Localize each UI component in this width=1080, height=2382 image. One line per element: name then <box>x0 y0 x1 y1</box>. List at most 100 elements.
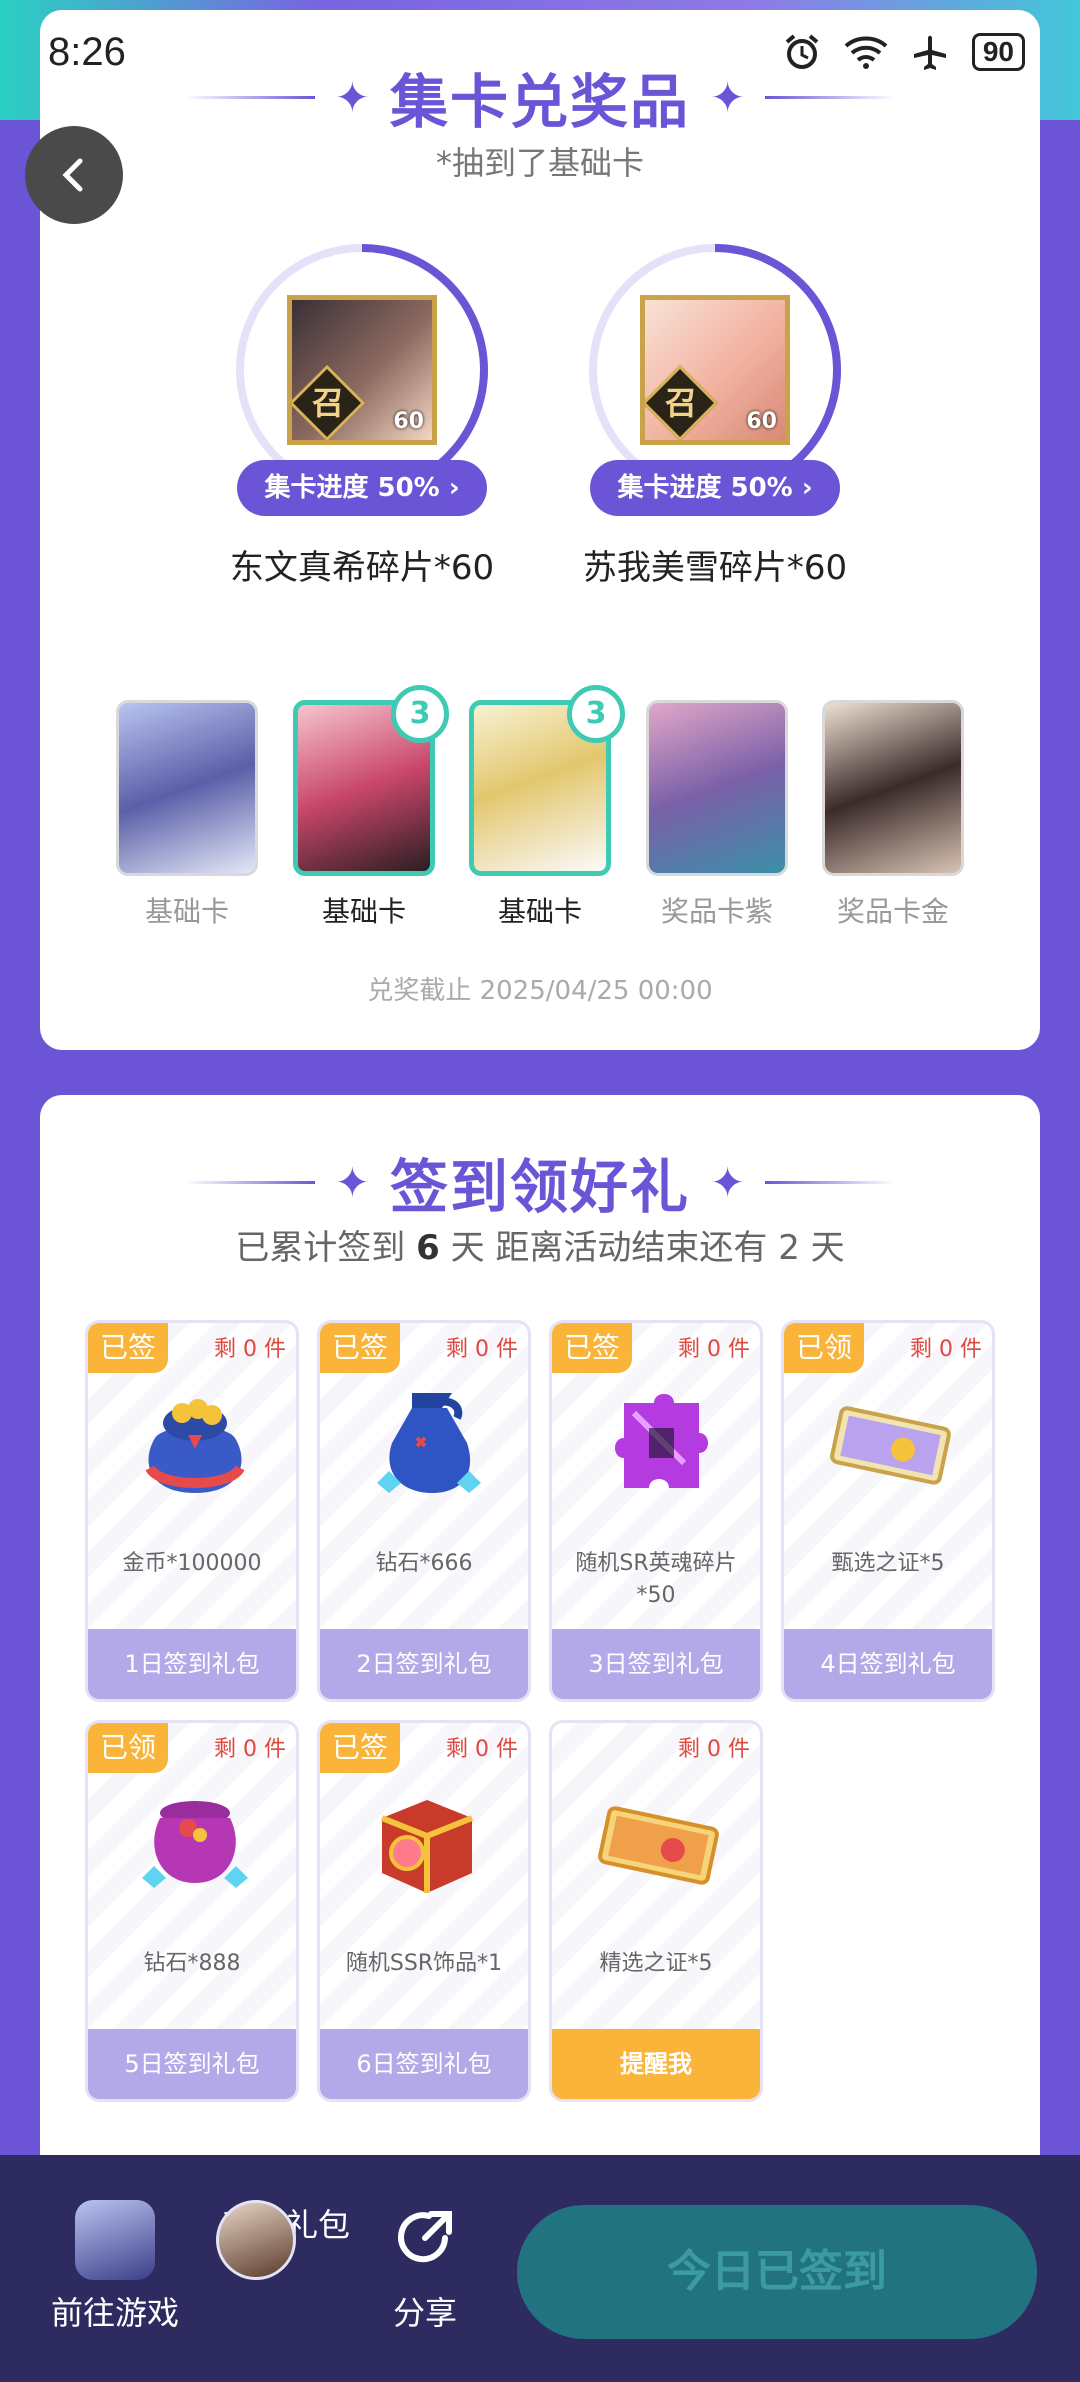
gift-status-tag: 已领 <box>784 1323 865 1373</box>
card-item[interactable]: 基础卡 <box>112 700 262 930</box>
prize-card-image: 召 60 <box>287 295 437 445</box>
gift-remaining: 剩 0 件 <box>214 1737 286 1762</box>
gift-footer: 6日签到礼包 <box>320 2029 528 2099</box>
chevron-right-icon: › <box>801 473 813 503</box>
alarm-icon <box>785 34 819 69</box>
heading-line-left <box>184 1180 315 1184</box>
ticket-icon <box>830 1406 951 1485</box>
chevron-right-icon: › <box>448 473 460 503</box>
prize-item: 召 60 集卡进度 50% › 苏我美雪碎片*60 <box>565 240 865 588</box>
gift-name: 甄选之证*5 <box>831 1551 945 1576</box>
gift-footer: 4日签到礼包 <box>784 1629 992 1699</box>
gift-name: 金币*100000 <box>122 1551 262 1576</box>
gift-remaining: 剩 0 件 <box>446 1737 518 1762</box>
card-label: 基础卡 <box>497 895 582 928</box>
signin-days: 6 <box>416 1228 440 1268</box>
gift-status-tag: 已签 <box>88 1323 169 1373</box>
gift-remaining: 剩 0 件 <box>678 1337 750 1362</box>
signin-title: 签到领好礼 <box>389 1153 690 1221</box>
share-label: 分享 <box>392 2294 457 2332</box>
progress-label: 集卡进度 50% <box>617 473 793 503</box>
share-button[interactable]: 分享 <box>355 2200 495 2334</box>
wifi-icon <box>844 36 888 69</box>
gift-remaining: 剩 0 件 <box>214 1337 286 1362</box>
gift-card[interactable]: 已签 剩 0 件 金币*100000 1日签到礼包 <box>85 1320 299 1702</box>
card-item[interactable]: 3 基础卡 <box>465 685 625 930</box>
diamond-bag-icon <box>377 1393 481 1493</box>
status-time: 8:26 <box>48 30 126 74</box>
status-bar: 8:26 90 <box>0 0 1080 110</box>
puzzle-shard-icon <box>615 1394 708 1488</box>
collect-progress-button[interactable]: 集卡进度 50% › <box>590 460 840 516</box>
coin-bag-icon <box>145 1399 245 1493</box>
gift-footer: 3日签到礼包 <box>552 1629 760 1699</box>
gift-card[interactable]: 已领 剩 0 件 钻石*888 5日签到礼包 <box>85 1720 299 2102</box>
gift-card[interactable]: 已签 剩 0 件 随机SR英魂碎片*50 3日签到礼包 <box>549 1320 763 1702</box>
chevron-left-icon <box>62 158 83 192</box>
gift-card[interactable]: 剩 0 件 精选之证*5 提醒我 <box>549 1720 763 2102</box>
card-collection-row: 基础卡 3 基础卡 3 基础卡 奖品卡紫 奖品卡金 <box>112 685 992 940</box>
bottom-bar: 前往游戏 我的礼包 分享 今日已签到 <box>0 2155 1080 2382</box>
signin-stats-rest: 天 距离活动结束还有 2 天 <box>450 1228 845 1268</box>
redeem-deadline: 兑奖截止 2025/04/25 00:00 <box>367 976 713 1006</box>
card-count-badge: 3 <box>391 685 449 743</box>
gold-ticket-icon <box>598 1806 719 1885</box>
gift-status-tag: 已签 <box>552 1323 633 1373</box>
gift-card[interactable]: 已领 剩 0 件 甄选之证*5 4日签到礼包 <box>781 1320 995 1702</box>
prize-name: 东文真希碎片*60 <box>229 548 495 588</box>
gift-status-tag: 已签 <box>320 1323 401 1373</box>
collect-progress-button[interactable]: 集卡进度 50% › <box>237 460 487 516</box>
airplane-icon <box>913 35 946 70</box>
prize-ring: 召 60 集卡进度 50% › <box>585 240 845 516</box>
go-to-game-button[interactable]: 前往游戏 <box>45 2200 185 2334</box>
go-to-game-label: 前往游戏 <box>50 2294 179 2332</box>
summon-label: 召 <box>311 384 344 422</box>
card-label: 奖品卡紫 <box>660 895 773 928</box>
game-avatar-icon <box>75 2200 155 2280</box>
gift-remaining: 剩 0 件 <box>910 1337 982 1362</box>
sparkle-icon: ✦ <box>334 1157 370 1207</box>
card-item[interactable]: 3 基础卡 <box>289 685 449 930</box>
gift-name: 精选之证*5 <box>599 1951 713 1976</box>
card-image <box>646 700 788 876</box>
gift-status-tag: 已领 <box>88 1723 169 1773</box>
heading-line-right <box>765 1180 896 1184</box>
diamond-pouch-icon <box>142 1801 248 1888</box>
card-count-badge: 3 <box>567 685 625 743</box>
signin-panel: ✦ 签到领好礼 ✦ 已累计签到 6 天 距离活动结束还有 2 天 已签 剩 0 … <box>40 1095 1040 2195</box>
back-button[interactable] <box>25 126 123 224</box>
my-gifts-button[interactable]: 我的礼包 <box>216 2200 356 2280</box>
gift-footer: 2日签到礼包 <box>320 1629 528 1699</box>
gift-name: 随机SSR饰品*1 <box>345 1951 503 1976</box>
progress-label: 集卡进度 50% <box>264 473 440 503</box>
collect-subtitle: *抽到了基础卡 <box>435 144 644 182</box>
card-item[interactable]: 奖品卡金 <box>818 700 968 930</box>
prize-count: 60 <box>393 409 424 434</box>
gift-name: 钻石*666 <box>375 1551 473 1576</box>
gift-name: 随机SR英魂碎片*50 <box>575 1551 737 1608</box>
card-label: 基础卡 <box>144 895 229 928</box>
gift-remaining: 剩 0 件 <box>678 1737 750 1762</box>
signin-heading: ✦ 签到领好礼 ✦ <box>40 1140 1040 1224</box>
share-icon <box>385 2200 465 2280</box>
gift-status-tag: 已签 <box>320 1723 401 1773</box>
card-label: 奖品卡金 <box>836 895 949 928</box>
gift-card[interactable]: 已签 剩 0 件 随机SSR饰品*1 6日签到礼包 <box>317 1720 531 2102</box>
gift-footer: 1日签到礼包 <box>88 1629 296 1699</box>
prize-ring: 召 60 集卡进度 50% › <box>232 240 492 516</box>
prize-card-image: 召 60 <box>640 295 790 445</box>
signed-today-button[interactable]: 今日已签到 <box>517 2205 1037 2339</box>
card-image <box>116 700 258 876</box>
card-label: 基础卡 <box>321 895 406 928</box>
gift-name: 钻石*888 <box>143 1951 241 1976</box>
card-item[interactable]: 奖品卡紫 <box>642 700 792 930</box>
summon-label: 召 <box>664 384 697 422</box>
collect-cards-panel: ✦ 集卡兑奖品 ✦ *抽到了基础卡 召 60 集卡进度 50% › 东文真希碎片… <box>40 10 1040 1050</box>
gift-footer: 5日签到礼包 <box>88 2029 296 2099</box>
status-icons: 90 <box>782 32 1025 72</box>
gift-avatar-icon <box>216 2200 296 2280</box>
prize-count: 60 <box>746 409 777 434</box>
gift-card[interactable]: 已签 剩 0 件 钻石*666 2日签到礼包 <box>317 1320 531 1702</box>
battery-indicator: 90 <box>971 33 1025 71</box>
remind-me-button[interactable]: 提醒我 <box>552 2029 760 2099</box>
